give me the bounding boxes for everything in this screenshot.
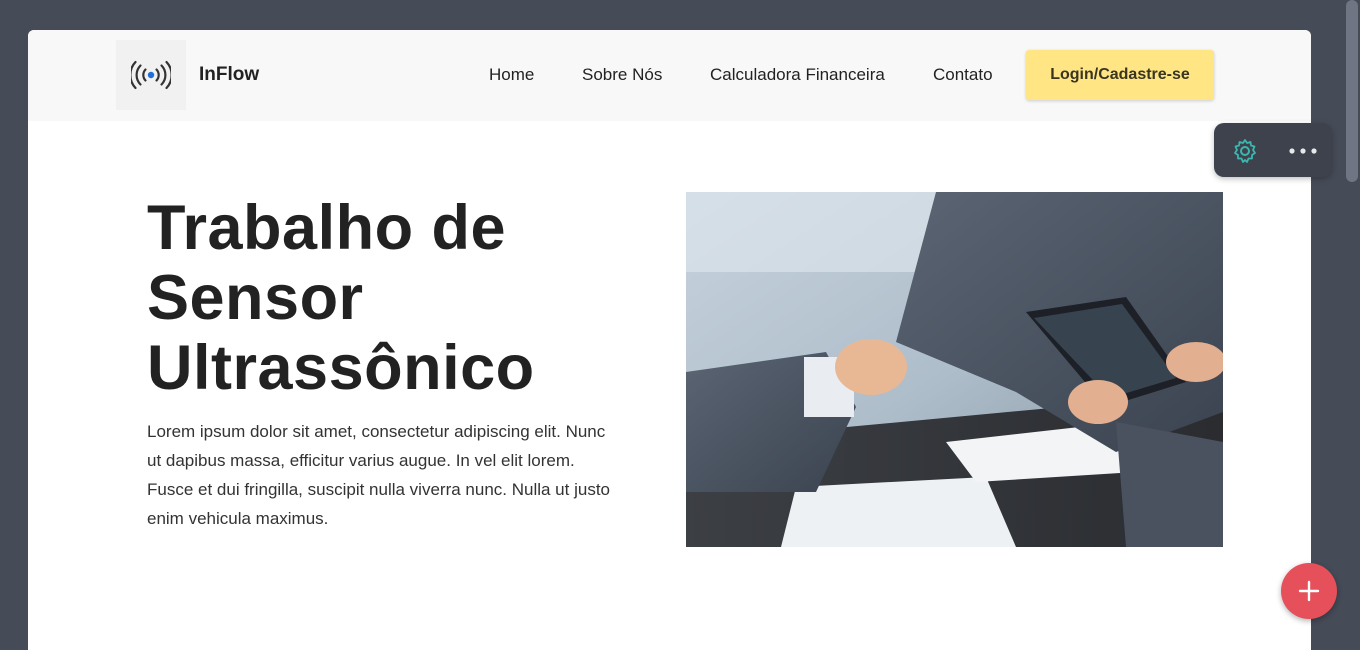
business-handshake-photo — [686, 192, 1223, 547]
hero-title-line: Ultrassônico — [147, 333, 535, 403]
brand-name[interactable]: InFlow — [199, 64, 259, 86]
floating-toolbar — [1214, 123, 1332, 177]
nav-link-home[interactable]: Home — [489, 65, 534, 85]
hero-title: Trabalho de Sensor Ultrassônico — [147, 193, 627, 403]
nav-link-sobre-nos[interactable]: Sobre Nós — [582, 65, 662, 85]
login-signup-button[interactable]: Login/Cadastre-se — [1026, 50, 1214, 100]
page-frame: InFlow Home Sobre Nós Calculadora Financ… — [28, 30, 1311, 650]
add-floating-button[interactable] — [1281, 563, 1337, 619]
hero-title-line: Sensor — [147, 263, 364, 333]
broadcast-signal-icon — [131, 60, 171, 90]
plus-icon — [1298, 580, 1320, 602]
hero-paragraph: Lorem ipsum dolor sit amet, consectetur … — [147, 422, 610, 528]
nav-link-contato[interactable]: Contato — [933, 65, 993, 85]
hero-image — [686, 192, 1223, 547]
hero-title-line: Trabalho de — [147, 193, 507, 263]
navbar: InFlow Home Sobre Nós Calculadora Financ… — [28, 30, 1311, 121]
scrollbar-thumb[interactable] — [1346, 0, 1358, 182]
gear-icon[interactable] — [1231, 137, 1259, 165]
nav-link-calculadora-financeira[interactable]: Calculadora Financeira — [710, 65, 885, 85]
more-horizontal-icon[interactable] — [1288, 141, 1318, 161]
logo[interactable] — [116, 40, 186, 110]
